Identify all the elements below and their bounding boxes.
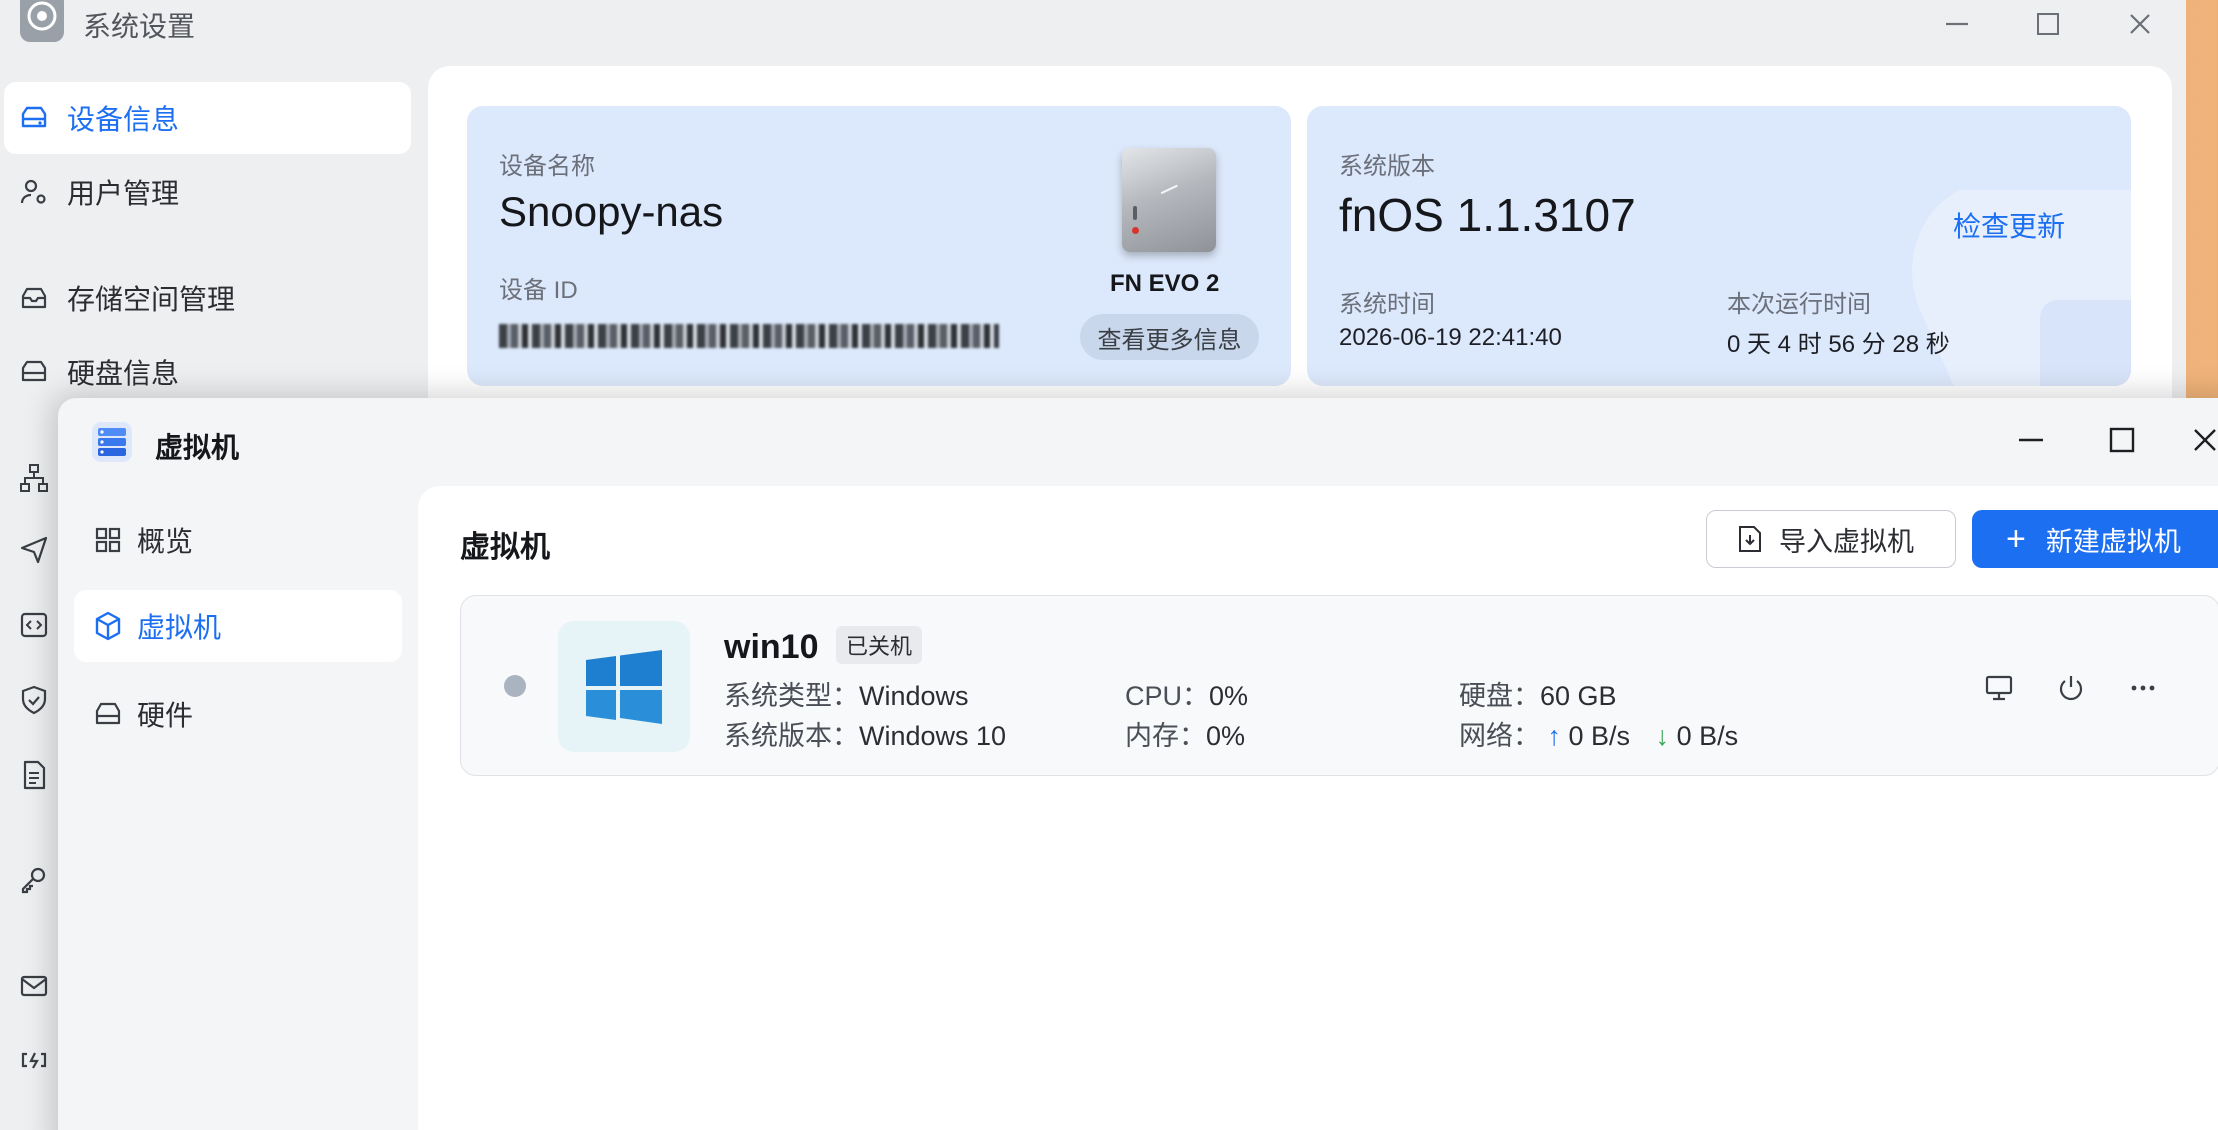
vm-maximize-button[interactable]	[2100, 422, 2144, 458]
windows-logo-icon	[586, 650, 662, 724]
sidebar-item-user-mgmt[interactable]: 用户管理	[0, 156, 407, 228]
device-model: FN EVO 2	[1110, 270, 1220, 297]
check-update-link[interactable]: 检查更新	[1953, 205, 2065, 245]
power-supply-icon[interactable]	[18, 1044, 50, 1076]
monitor-icon	[1985, 675, 2013, 701]
system-info-card: 系统版本 fnOS 1.1.3107 系统时间 2026-06-19 22:41…	[1307, 106, 2131, 386]
vm-close-button[interactable]	[2192, 422, 2218, 458]
vm-network: 网络： ↑ 0 B/s ↓ 0 B/s	[1459, 721, 1739, 751]
sidebar-item-device-info[interactable]: 设备信息	[4, 82, 411, 154]
system-version-label: 系统版本	[1339, 153, 1435, 180]
vm-nav-overview[interactable]: 概览	[74, 504, 402, 576]
upload-arrow-icon: ↑	[1547, 721, 1562, 751]
vm-memory: 内存：0%	[1125, 721, 1246, 751]
vm-os-version: 系统版本：Windows 10	[724, 721, 1007, 751]
vm-status-badge: 已关机	[836, 626, 923, 664]
cube-icon	[92, 610, 124, 642]
shield-icon[interactable]	[18, 684, 50, 716]
sidebar-item-label: 硬盘信息	[67, 358, 180, 389]
vm-main-panel	[418, 486, 2218, 1130]
document-icon[interactable]	[18, 759, 50, 791]
new-vm-label: 新建虚拟机	[2045, 526, 2181, 557]
plus-icon: +	[2006, 520, 2026, 558]
sidebar-item-storage[interactable]: 存储空间管理	[0, 262, 407, 334]
vm-page-heading: 虚拟机	[460, 531, 550, 564]
disk-icon	[18, 356, 50, 388]
drive-icon	[18, 102, 50, 134]
settings-window-title: 系统设置	[83, 11, 196, 42]
vm-os-type: 系统类型：Windows	[724, 681, 969, 711]
grid-icon	[92, 524, 124, 556]
console-button[interactable]	[1981, 670, 2017, 706]
device-id-value-redacted	[499, 324, 999, 348]
vm-nav-label: 虚拟机	[137, 612, 222, 643]
import-vm-label: 导入虚拟机	[1779, 526, 1914, 557]
vm-list-item[interactable]: win10 已关机 系统类型：Windows 系统版本：Windows 10 C…	[460, 595, 2218, 776]
import-icon	[1739, 526, 1761, 552]
more-actions-button[interactable]	[2125, 670, 2161, 706]
power-button[interactable]	[2053, 670, 2089, 706]
vm-name: win10	[724, 628, 819, 666]
device-name-label: 设备名称	[499, 153, 595, 180]
uptime-value: 0 天 4 时 56 分 28 秒	[1727, 331, 1950, 358]
vm-status-dot	[504, 675, 526, 697]
settings-titlebar: 系统设置	[0, 0, 2186, 50]
mail-icon[interactable]	[18, 970, 50, 1002]
maximize-button[interactable]	[2026, 6, 2070, 42]
user-gear-icon	[18, 176, 50, 208]
settings-app-icon	[18, 0, 66, 44]
device-image	[1122, 148, 1216, 252]
vm-disk: 硬盘：60 GB	[1459, 681, 1617, 711]
minimize-button[interactable]	[1935, 6, 1979, 42]
vm-cpu: CPU：0%	[1125, 681, 1249, 711]
vm-nav-label: 概览	[137, 526, 194, 557]
vm-nav-label: 硬件	[137, 700, 194, 731]
code-icon[interactable]	[18, 609, 50, 641]
os-tile	[558, 621, 690, 752]
vm-minimize-button[interactable]	[2009, 422, 2053, 458]
more-info-button[interactable]: 查看更多信息	[1080, 314, 1259, 360]
sidebar-item-label: 存储空间管理	[67, 284, 236, 315]
hardware-icon	[92, 698, 124, 730]
system-time-label: 系统时间	[1339, 291, 1435, 318]
system-version-value: fnOS 1.1.3107	[1339, 189, 1636, 241]
device-id-label: 设备 ID	[499, 277, 578, 304]
storage-icon	[18, 282, 50, 314]
new-vm-button[interactable]: + 新建虚拟机	[1972, 510, 2218, 568]
network-icon[interactable]	[18, 462, 50, 494]
sidebar-item-label: 用户管理	[67, 178, 180, 209]
power-icon	[2059, 676, 2083, 701]
send-icon[interactable]	[18, 534, 50, 566]
import-vm-button[interactable]: 导入虚拟机	[1706, 510, 1956, 568]
vm-nav-hardware[interactable]: 硬件	[74, 678, 402, 750]
more-horizontal-icon	[2131, 685, 2155, 691]
vm-app-icon	[90, 420, 134, 464]
close-button[interactable]	[2118, 6, 2162, 42]
download-arrow-icon: ↓	[1655, 721, 1670, 751]
system-time-value: 2026-06-19 22:41:40	[1339, 324, 1562, 351]
vm-nav-vms[interactable]: 虚拟机	[74, 590, 402, 662]
uptime-label: 本次运行时间	[1727, 291, 1871, 318]
key-icon[interactable]	[18, 864, 50, 896]
sidebar-item-label: 设备信息	[67, 104, 180, 135]
vm-window-title: 虚拟机	[155, 432, 240, 463]
device-name-value: Snoopy-nas	[499, 188, 724, 235]
